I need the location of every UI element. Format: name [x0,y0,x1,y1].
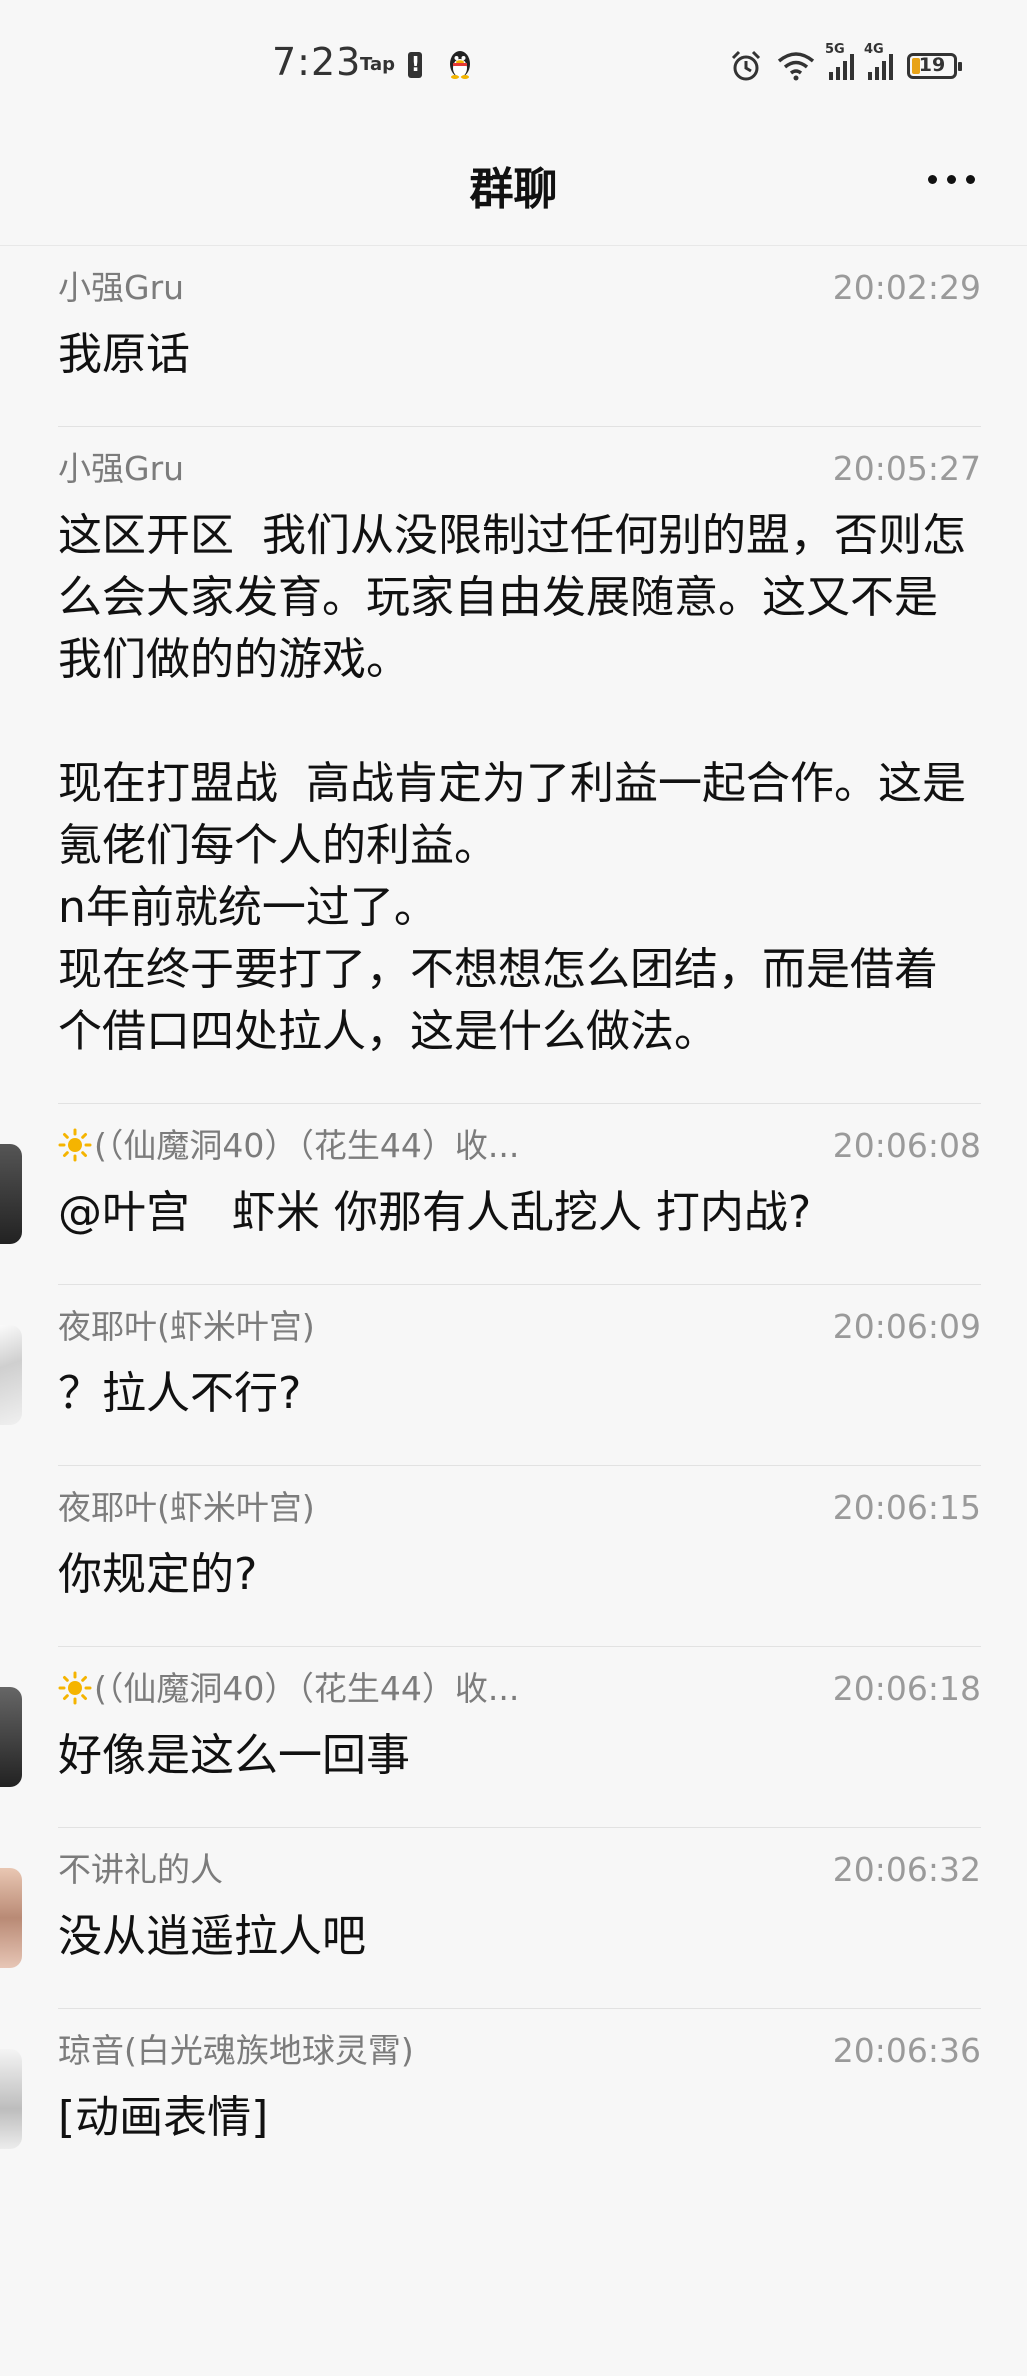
alarm-icon [731,50,761,81]
sender-name[interactable]: 小强Gru [58,447,598,491]
message-time: 20:06:08 [832,1126,981,1165]
sender-name[interactable]: 琼音(白光魂族地球灵霄) [58,2029,598,2073]
sun-icon [58,1671,92,1705]
message-time: 20:06:15 [832,1488,981,1527]
status-time: 7:23 [272,40,362,84]
sun-icon [58,1128,92,1162]
message-time: 20:06:32 [832,1850,981,1889]
message-text[interactable]: [动画表情] [58,2087,981,2149]
battery-warning-icon [408,52,422,78]
sender-name: (（仙魔洞40）（花生44）收... [94,1669,520,1708]
more-dot-icon [966,175,975,184]
sender-name[interactable]: 小强Gru [58,266,598,310]
page-title: 群聊 [469,164,558,215]
avatar[interactable] [0,1325,22,1425]
message-text[interactable]: ？拉人不行? [58,1363,981,1425]
message-item[interactable]: 夜耶叶(虾米叶宫) 20:06:15 你规定的? [58,1466,981,1647]
message-item[interactable]: 夜耶叶(虾米叶宫) 20:06:09 ？拉人不行? [0,1285,981,1466]
avatar[interactable] [0,2049,22,2149]
message-list[interactable]: 小强Gru 20:02:29 我原话 小强Gru 20:05:27 这区开区 我… [0,246,1027,2189]
sender-name[interactable]: 夜耶叶(虾米叶宫) [58,1305,598,1349]
sender-name: (（仙魔洞40）（花生44）收... [94,1126,520,1165]
message-time: 20:06:18 [832,1669,981,1708]
sender-name[interactable]: 夜耶叶(虾米叶宫) [58,1486,598,1530]
signal-5g-icon: 5G [825,42,854,80]
message-item[interactable]: 琼音(白光魂族地球灵霄) 20:06:36 [动画表情] [0,2009,981,2189]
message-text[interactable]: 好像是这么一回事 [58,1725,981,1787]
message-time: 20:06:36 [832,2031,981,2070]
message-item[interactable]: 小强Gru 20:05:27 这区开区 我们从没限制过任何别的盟，否则怎么会大家… [58,427,981,1104]
more-dot-icon [928,175,937,184]
avatar[interactable] [0,1868,22,1968]
avatar[interactable] [0,1687,22,1787]
message-item[interactable]: 不讲礼的人 20:06:32 没从逍遥拉人吧 [0,1828,981,2009]
qq-penguin-icon [450,51,470,79]
message-text[interactable]: @叶宫 虾米 你那有人乱挖人 打内战? [58,1182,981,1244]
message-time: 20:06:09 [832,1307,981,1346]
message-text[interactable]: 这区开区 我们从没限制过任何别的盟，否则怎么会大家发育。玩家自由发展随意。这又不… [58,505,981,1063]
message-item[interactable]: (（仙魔洞40）（花生44）收... 20:06:08 @叶宫 虾米 你那有人乱… [0,1104,981,1285]
status-bar: 7:23 Tap 5G 4G [0,0,1027,125]
more-dot-icon [947,175,956,184]
battery-icon: 19 [907,53,962,79]
message-text[interactable]: 没从逍遥拉人吧 [58,1906,981,1968]
more-options-button[interactable] [928,175,975,184]
message-text[interactable]: 我原话 [58,324,981,386]
status-right-group: 5G 4G 19 [729,42,962,86]
chat-header: 群聊 [0,125,1027,246]
signal-4g-icon: 4G [864,42,893,80]
sender-name[interactable]: 不讲礼的人 [58,1848,598,1892]
message-item[interactable]: 小强Gru 20:02:29 我原话 [58,246,981,427]
battery-level: 19 [918,54,946,76]
message-item[interactable]: (（仙魔洞40）（花生44）收... 20:06:18 好像是这么一回事 [0,1647,981,1828]
avatar[interactable] [0,1144,22,1244]
sender-name-row[interactable]: (（仙魔洞40）（花生44）收... [58,1124,598,1168]
message-time: 20:05:27 [832,449,981,488]
message-text[interactable]: 你规定的? [58,1544,981,1606]
sender-name-row[interactable]: (（仙魔洞40）（花生44）收... [58,1667,598,1711]
message-time: 20:02:29 [832,268,981,307]
tap-app-icon: Tap [360,54,395,75]
wifi-icon [777,52,815,81]
